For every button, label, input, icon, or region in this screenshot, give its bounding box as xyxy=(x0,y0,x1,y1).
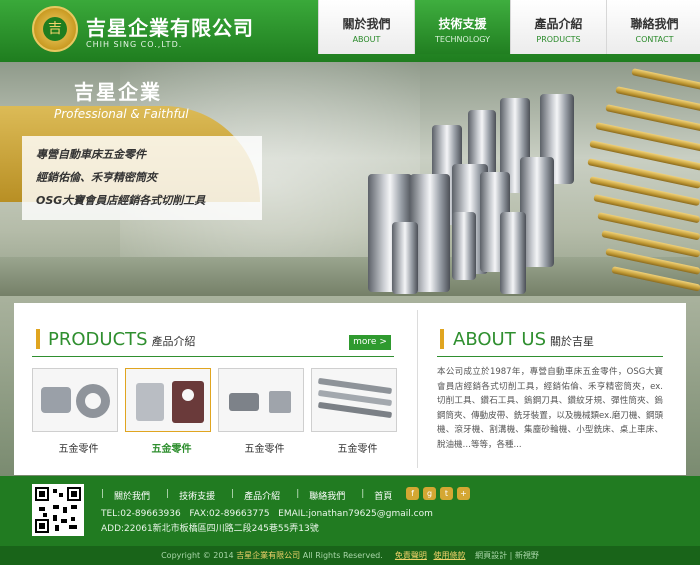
logo-star-icon[interactable]: 吉 xyxy=(32,6,78,52)
footer-email[interactable]: EMAIL:jonathan79625@gmail.com xyxy=(278,509,433,519)
footer-separator: | xyxy=(166,489,170,499)
google-plus-icon[interactable]: g xyxy=(423,487,436,500)
nav-contact[interactable]: 聯絡我們 CONTACT xyxy=(606,0,700,54)
products-accent-bar xyxy=(36,329,40,349)
design-credit[interactable]: 網頁設計 | 新視野 xyxy=(475,551,539,560)
nav-about-label: 關於我們 xyxy=(342,17,391,31)
banner-feature-item: 專營自動車床五金零件 xyxy=(36,148,146,161)
nav-products-label: 產品介紹 xyxy=(534,17,583,31)
copyright-prefix: Copyright © 2014 xyxy=(161,551,234,560)
banner-subtitle: Professional & Faithful xyxy=(54,107,189,121)
disclaimer-link[interactable]: 免責聲明 xyxy=(395,551,427,560)
facebook-icon[interactable]: f xyxy=(406,487,419,500)
nav-products[interactable]: 產品介紹 PRODUCTS xyxy=(510,0,606,54)
footer-link-contact[interactable]: 聯絡我們 xyxy=(309,489,345,502)
twitter-icon[interactable]: t xyxy=(440,487,453,500)
logo-mark: 吉 xyxy=(43,17,67,41)
product-thumbnails xyxy=(32,368,404,432)
nav-contact-sublabel: CONTACT xyxy=(635,35,674,44)
products-title: PRODUCTS xyxy=(48,329,148,350)
content-divider xyxy=(417,310,418,468)
copyright-bar: Copyright © 2014 吉星企業有限公司 All Rights Res… xyxy=(0,546,700,565)
social-links: f g t + xyxy=(406,487,474,500)
footer-link-about[interactable]: 關於我們 xyxy=(114,489,150,502)
footer-separator: | xyxy=(361,489,365,499)
products-divider xyxy=(32,356,394,357)
product-thumb-3[interactable] xyxy=(218,368,304,432)
product-thumb-1[interactable] xyxy=(32,368,118,432)
banner-title: 吉星企業 xyxy=(74,80,162,104)
products-subtitle: 產品介紹 xyxy=(151,335,196,348)
hardware-part-image xyxy=(229,391,291,413)
company-name-en: CHIH SING CO.,LTD. xyxy=(86,40,183,49)
about-title: ABOUT US xyxy=(453,329,547,350)
nav-technology-label: 技術支援 xyxy=(438,17,487,31)
about-subtitle: 關於吉星 xyxy=(550,335,595,348)
tap-tool-image xyxy=(631,68,700,92)
about-divider xyxy=(437,356,663,357)
product-thumb-2[interactable] xyxy=(125,368,211,432)
footer-link-technology[interactable]: 技術支援 xyxy=(179,489,215,502)
company-name: 吉星企業有限公司 xyxy=(86,16,254,40)
copyright-company: 吉星企業有限公司 xyxy=(236,551,301,560)
footer-nav: | 關於我們 | 技術支援 | 產品介紹 | 聯絡我們 | 首頁 | xyxy=(101,489,421,502)
collet-image xyxy=(392,222,418,294)
footer-link-home[interactable]: 首頁 xyxy=(374,489,392,502)
nav-technology-sublabel: TECHNOLOGY xyxy=(435,35,490,44)
product-label[interactable]: 五金零件 xyxy=(311,440,404,455)
banner-feature-item: OSG大寶會員店經銷各式切削工具 xyxy=(36,194,206,207)
banner-feature-item: 經銷佑倫、禾亨精密筒夾 xyxy=(36,171,157,184)
nav-technology[interactable]: 技術支援 TECHNOLOGY xyxy=(414,0,510,54)
footer-fax: FAX:02-89663775 xyxy=(189,509,270,519)
nav-about[interactable]: 關於我們 ABOUT xyxy=(318,0,414,54)
footer-separator: | xyxy=(231,489,235,499)
product-thumbnail-labels: 五金零件 五金零件 五金零件 五金零件 xyxy=(32,440,404,455)
product-thumb-4[interactable] xyxy=(311,368,397,432)
contact-info: TEL:02-89663936 FAX:02-89663775 EMAIL:jo… xyxy=(101,507,433,537)
nav-about-sublabel: ABOUT xyxy=(352,35,381,44)
copyright-suffix: All Rights Reserved. xyxy=(302,551,383,560)
site-header: 吉 吉星企業有限公司 CHIH SING CO.,LTD. 關於我們 ABOUT… xyxy=(0,0,700,62)
about-heading: ABOUT US 關於吉星 xyxy=(453,329,594,350)
footer-address: ADD:22061新北市板橋區四川路二段245巷55弄13號 xyxy=(101,524,319,534)
product-label[interactable]: 五金零件 xyxy=(125,440,218,455)
products-heading: PRODUCTS 產品介紹 xyxy=(48,329,196,350)
footer-link-products[interactable]: 產品介紹 xyxy=(244,489,280,502)
qr-code-icon xyxy=(32,484,84,536)
hardware-part-image xyxy=(41,384,110,418)
terms-link[interactable]: 使用條款 xyxy=(433,551,465,560)
products-more-button[interactable]: more > xyxy=(349,335,391,350)
share-plus-icon[interactable]: + xyxy=(457,487,470,500)
footer-tel: TEL:02-89663936 xyxy=(101,509,181,519)
product-label[interactable]: 五金零件 xyxy=(32,440,125,455)
hardware-part-image xyxy=(318,378,392,418)
footer-separator: | xyxy=(101,489,105,499)
about-text: 本公司成立於1987年，專營自動車床五金零件，OSG大寶會員店經銷各式切削工具，… xyxy=(437,367,663,450)
collet-image xyxy=(500,212,526,294)
about-accent-bar xyxy=(440,329,444,349)
product-label[interactable]: 五金零件 xyxy=(218,440,311,455)
banner-feature-list: 專營自動車床五金零件 經銷佑倫、禾亨精密筒夾 OSG大寶會員店經銷各式切削工具 xyxy=(22,136,262,220)
nav-contact-label: 聯絡我們 xyxy=(630,17,679,31)
collet-image xyxy=(452,212,476,280)
nav-products-sublabel: PRODUCTS xyxy=(536,35,581,44)
footer-separator: | xyxy=(296,489,300,499)
hardware-part-image xyxy=(136,381,204,423)
main-nav: 關於我們 ABOUT 技術支援 TECHNOLOGY 產品介紹 PRODUCTS… xyxy=(318,0,700,54)
